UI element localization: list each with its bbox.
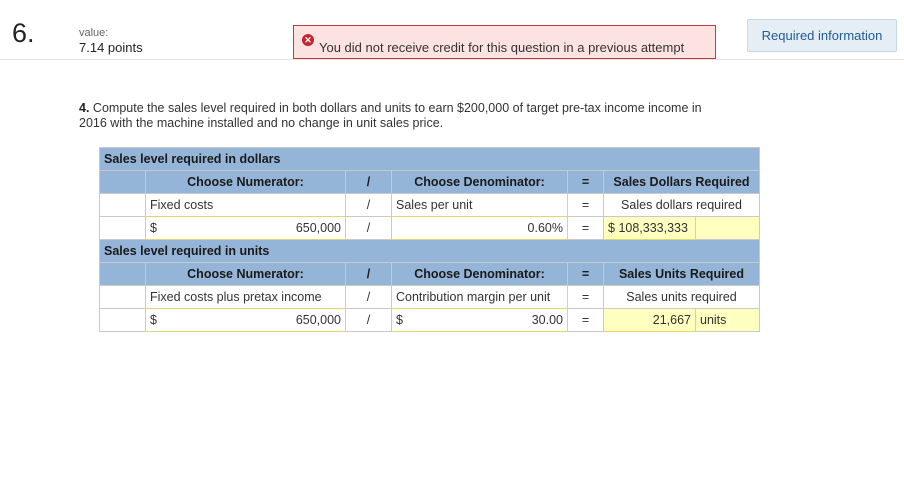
dollars-section-title: Sales level required in dollars [99, 147, 760, 171]
value-label: value: [79, 27, 109, 39]
points-value: 7.14 points [79, 40, 143, 55]
dollars-result-currency: $ [608, 221, 615, 235]
units-denominator-input[interactable]: $ 30.00 [391, 308, 568, 332]
units-result-header: Sales Units Required [603, 262, 760, 286]
dollars-result-value[interactable]: $ 108,333,333 [603, 216, 696, 240]
units-numerator-value: 650,000 [295, 313, 341, 327]
part-number: 4. [79, 101, 90, 115]
units-result-value[interactable]: 21,667 [603, 308, 696, 332]
units-result-unit: units [695, 308, 760, 332]
dollars-denominator-select[interactable]: Sales per unit [391, 193, 568, 217]
dollars-numerator-header: Choose Numerator: [145, 170, 346, 194]
header-divider [0, 59, 904, 60]
sales-level-table: Sales level required in dollars Choose N… [99, 147, 760, 332]
credit-alert: ✕ You did not receive credit for this qu… [293, 25, 716, 59]
dollars-result-unit [695, 216, 760, 240]
dollars-numerator-input[interactable]: $ 650,000 [145, 216, 346, 240]
dollars-result-header: Sales Dollars Required [603, 170, 760, 194]
dollars-header-row: Choose Numerator: / Choose Denominator: … [99, 170, 760, 194]
dollars-value-slash: / [345, 216, 392, 240]
dollars-numerator-currency: $ [150, 221, 157, 235]
alert-message: You did not receive credit for this ques… [319, 40, 685, 55]
question-prompt: 4. Compute the sales level required in b… [79, 101, 719, 131]
dollars-numerator-select[interactable]: Fixed costs [145, 193, 346, 217]
units-numerator-select[interactable]: Fixed costs plus pretax income [145, 285, 346, 309]
dollars-denominator-input[interactable]: 0.60% [391, 216, 568, 240]
question-number: 6. [12, 18, 35, 48]
units-denominator-header: Choose Denominator: [391, 262, 568, 286]
units-value-equals: = [567, 308, 604, 332]
dollars-section-title-row: Sales level required in dollars [99, 147, 760, 171]
units-equals-header: = [567, 262, 604, 286]
units-denominator-currency: $ [396, 313, 403, 327]
part-text: Compute the sales level required in both… [79, 101, 702, 130]
error-x-icon: ✕ [302, 34, 314, 46]
dollars-slash-header: / [345, 170, 392, 194]
dollars-label-row: Fixed costs / Sales per unit = Sales dol… [99, 193, 760, 217]
dollars-value-equals: = [567, 216, 604, 240]
dollars-slash: / [345, 193, 392, 217]
units-value-row: $ 650,000 / $ 30.00 = 21,667 units [99, 308, 760, 332]
units-numerator-header: Choose Numerator: [145, 262, 346, 286]
units-value-slash: / [345, 308, 392, 332]
units-label-row: Fixed costs plus pretax income / Contrib… [99, 285, 760, 309]
units-numerator-input[interactable]: $ 650,000 [145, 308, 346, 332]
units-header-row: Choose Numerator: / Choose Denominator: … [99, 262, 760, 286]
units-result-label: Sales units required [603, 285, 760, 309]
units-denominator-value: 30.00 [531, 313, 563, 327]
dollars-denominator-header: Choose Denominator: [391, 170, 568, 194]
units-numerator-currency: $ [150, 313, 157, 327]
units-section-title-row: Sales level required in units [99, 239, 760, 263]
units-slash: / [345, 285, 392, 309]
units-equals: = [567, 285, 604, 309]
dollars-equals: = [567, 193, 604, 217]
dollars-result-amount: 108,333,333 [618, 221, 688, 235]
required-information-button[interactable]: Required information [747, 19, 897, 52]
units-section-title: Sales level required in units [99, 239, 760, 263]
dollars-result-label: Sales dollars required [603, 193, 760, 217]
dollars-numerator-value: 650,000 [295, 221, 341, 235]
dollars-equals-header: = [567, 170, 604, 194]
dollars-value-row: $ 650,000 / 0.60% = $ 108,333,333 [99, 216, 760, 240]
units-denominator-select[interactable]: Contribution margin per unit [391, 285, 568, 309]
units-slash-header: / [345, 262, 392, 286]
